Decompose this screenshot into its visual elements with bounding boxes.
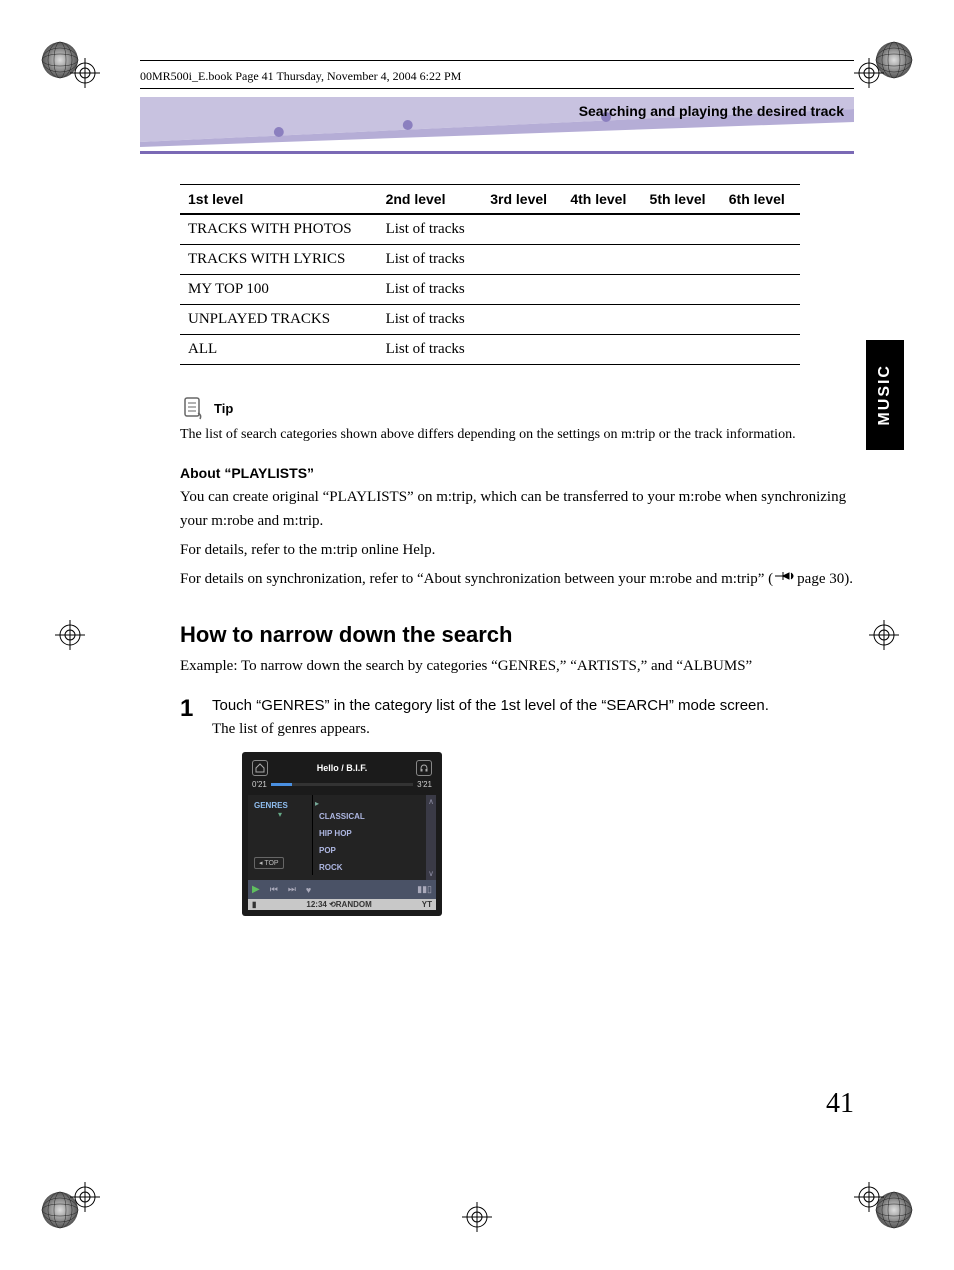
table-row: TRACKS WITH LYRICSList of tracks (180, 245, 800, 275)
registration-mark-icon (854, 1182, 884, 1212)
prev-icon: ⏮ (270, 884, 278, 895)
time-elapsed: 0'21 (252, 780, 267, 789)
list-item: ROCK (313, 859, 426, 876)
status-right: YT (422, 900, 432, 909)
headphone-icon (416, 760, 432, 776)
tip-label: Tip (214, 401, 233, 416)
section-title: Searching and playing the desired track (140, 97, 854, 119)
tip-icon (180, 395, 206, 421)
about-heading: About “PLAYLISTS” (180, 465, 854, 481)
table-row: TRACKS WITH PHOTOSList of tracks (180, 214, 800, 245)
body-text: You can create original “PLAYLISTS” on m… (180, 485, 854, 535)
col-header: 3rd level (482, 185, 562, 215)
example-text: Example: To narrow down the search by ca… (180, 658, 854, 675)
step-number: 1 (180, 695, 200, 723)
pointer-icon (773, 567, 797, 592)
next-icon: ⏭ (288, 884, 296, 895)
list-item: POP (313, 842, 426, 859)
registration-mark-icon (854, 58, 884, 88)
progress-bar (271, 783, 413, 786)
side-tab-music: MUSIC (866, 340, 904, 450)
table-row: MY TOP 100List of tracks (180, 275, 800, 305)
list-item: CLASSICAL (313, 808, 426, 825)
tip-text: The list of search categories shown abov… (180, 425, 854, 445)
howto-heading: How to narrow down the search (180, 622, 854, 648)
registration-mark-icon (70, 1182, 100, 1212)
table-row: UNPLAYED TRACKSList of tracks (180, 305, 800, 335)
battery-icon: ▮ (252, 900, 256, 909)
table-row: ALLList of tracks (180, 335, 800, 365)
levels-table: 1st level 2nd level 3rd level 4th level … (180, 184, 800, 365)
col-header: 1st level (180, 185, 378, 215)
decorative-band: Searching and playing the desired track (140, 97, 854, 147)
registration-mark-icon (70, 58, 100, 88)
scrollbar: ∧∨ (426, 795, 436, 880)
list-item: HIP HOP (313, 825, 426, 842)
col-header: 6th level (721, 185, 800, 215)
track-title: Hello / B.I.F. (317, 763, 368, 773)
category-label: GENRES (254, 801, 306, 810)
col-header: 2nd level (378, 185, 483, 215)
home-icon (252, 760, 268, 776)
body-text: For details, refer to the m:trip online … (180, 538, 854, 563)
body-text: For details on synchronization, refer to… (180, 567, 854, 592)
registration-mark-icon (55, 620, 85, 650)
side-tab-label: MUSIC (876, 364, 894, 426)
volume-icon: ▮▮▯ (417, 884, 432, 895)
registration-mark-icon (869, 620, 899, 650)
time-total: 3'21 (417, 780, 432, 789)
device-screenshot: Hello / B.I.F. 0'21 3'21 GENRES ▾ (242, 752, 442, 916)
play-icon: ▶ (252, 884, 260, 895)
book-info: 00MR500i_E.book Page 41 Thursday, Novemb… (140, 65, 854, 88)
heart-icon: ♥ (306, 885, 311, 895)
top-button: ◂ TOP (254, 857, 284, 869)
step-instruction: Touch “GENRES” in the category list of t… (212, 695, 769, 718)
step-subtext: The list of genres appears. (212, 721, 769, 738)
status-time: 12:34 (306, 900, 326, 909)
col-header: 5th level (642, 185, 721, 215)
status-mode: RANDOM (336, 900, 372, 909)
page-number: 41 (826, 1088, 854, 1120)
col-header: 4th level (562, 185, 641, 215)
